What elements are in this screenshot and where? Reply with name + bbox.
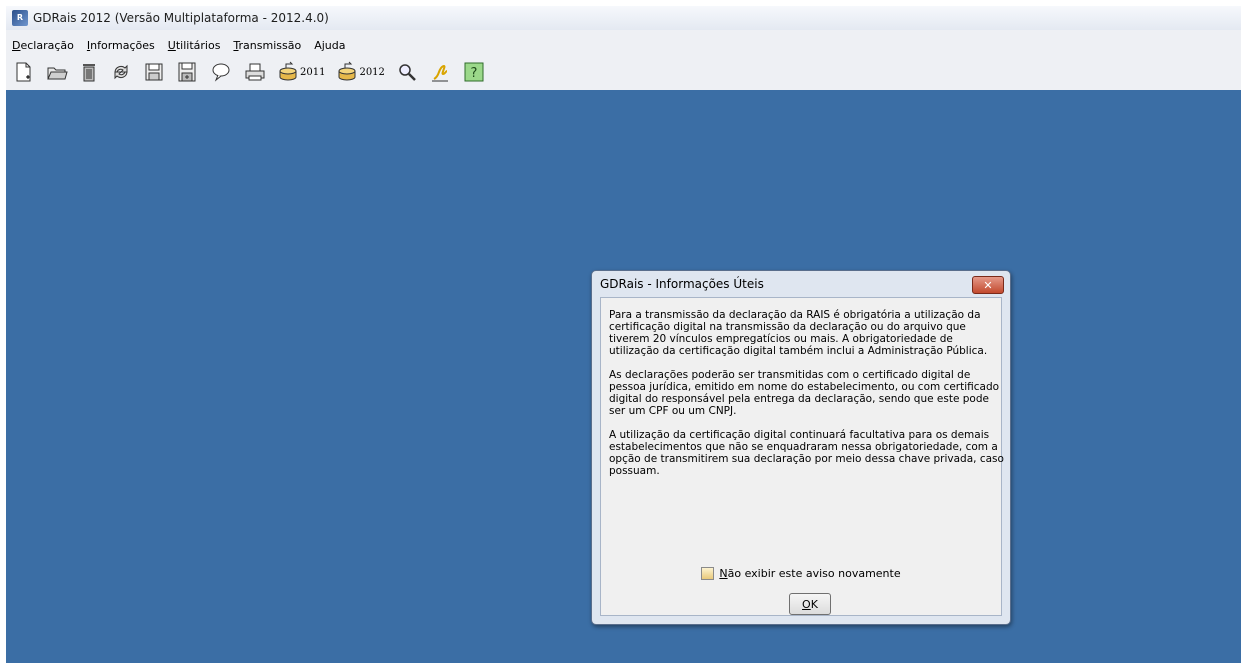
title-bar[interactable]: R GDRais 2012 (Versão Multiplataforma - … [6,6,1241,30]
search-button[interactable] [397,59,417,85]
refresh-button[interactable] [110,59,132,85]
print-icon [245,63,265,81]
import-2012-icon [338,61,356,81]
save-as-button[interactable] [176,59,198,85]
close-icon: ✕ [983,278,993,292]
save-as-icon [178,62,196,82]
menu-ajuda[interactable]: Ajuda [314,39,345,52]
new-document-icon [16,62,31,82]
open-folder-button[interactable] [46,59,68,85]
help-button[interactable]: ? [463,59,485,85]
help-icon: ? [464,62,484,82]
dialog-body: Para a transmissão da declaração da RAIS… [600,297,1004,616]
svg-text:?: ? [470,66,477,81]
menu-bar: Declaração Informações Utilitários Trans… [6,35,1241,55]
import-2012-label: 2012 [359,66,385,78]
menu-declaracao[interactable]: Declaração [12,39,74,52]
save-icon [145,63,163,81]
import-2011-icon [279,61,297,81]
dialog-title: GDRais - Informações Úteis [600,277,764,291]
window-title: GDRais 2012 (Versão Multiplataforma - 20… [33,11,329,25]
dialog-paragraph-1: Para a transmissão da declaração da RAIS… [609,309,988,357]
dont-show-again-checkbox[interactable] [701,567,715,580]
delete-button[interactable] [80,59,98,85]
import-2012-button[interactable]: 2012 [337,59,385,85]
dialog-paragraph-3: A utilização da certificação digital con… [609,429,1004,477]
menu-informacoes[interactable]: Informações [87,39,155,52]
dont-show-again-label[interactable]: Não exibir este aviso novamente [719,567,900,580]
import-2011-button[interactable]: 2011 [278,59,325,85]
sign-button[interactable] [429,59,451,85]
comment-icon [212,63,230,82]
sign-icon [431,64,448,82]
refresh-icon [114,64,128,80]
ok-button[interactable]: OK [789,593,831,615]
search-icon [399,64,416,81]
new-document-button[interactable] [14,59,34,85]
gdrais-app-icon: R [12,10,28,26]
dialog-close-button[interactable]: ✕ [972,276,1004,294]
trash-icon [83,64,95,82]
dialog-title-bar[interactable]: GDRais - Informações Úteis [592,271,1010,297]
open-folder-icon [47,67,68,80]
toolbar: 2011 2012 ? [6,56,1241,88]
comment-button[interactable] [210,59,232,85]
menu-utilitarios[interactable]: Utilitários [168,39,221,52]
info-dialog: GDRais - Informações Úteis ✕ Para a tran… [591,270,1011,625]
dialog-message: Para a transmissão da declaração da RAIS… [609,309,1004,489]
dont-show-again-row[interactable]: Não exibir este aviso novamente [601,567,1001,580]
menu-transmissao[interactable]: Transmissão [233,39,301,52]
dialog-paragraph-2: As declarações poderão ser transmitidas … [609,369,1000,417]
print-button[interactable] [244,59,266,85]
save-button[interactable] [144,59,164,85]
import-2011-label: 2011 [300,66,326,78]
